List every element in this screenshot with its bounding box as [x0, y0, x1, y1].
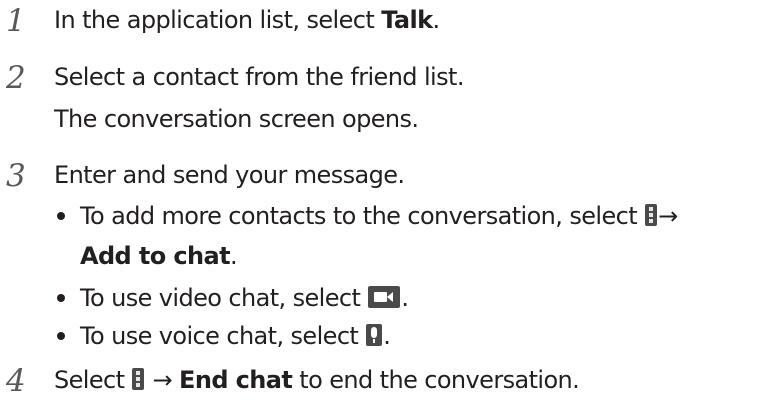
video-chat-icon — [368, 286, 401, 308]
bullet-add-contacts: To add more contacts to the conversation… — [80, 202, 678, 230]
instructions-page: 1 In the application list, select Talk. … — [0, 0, 779, 409]
bullet-dot — [57, 294, 65, 302]
step-1-text: In the application list, select Talk. — [54, 6, 440, 34]
step-number: 3 — [6, 158, 26, 194]
talk-app-name: Talk — [381, 6, 433, 34]
step-3-text: Enter and send your message. — [54, 161, 405, 189]
step-2-note: The conversation screen opens. — [54, 105, 419, 133]
end-chat-option: End chat — [179, 366, 293, 394]
bullet-add-contacts-cont: Add to chat. — [80, 242, 238, 270]
microphone-icon — [366, 324, 383, 346]
bullet-dot — [57, 332, 65, 340]
menu-icon — [645, 204, 658, 226]
step-number: 1 — [6, 3, 26, 39]
add-to-chat-option: Add to chat — [80, 242, 231, 270]
step-2-text: Select a contact from the friend list. — [54, 63, 464, 91]
bullet-dot — [57, 212, 65, 220]
step-number: 4 — [6, 363, 26, 399]
step-4-text: Select → End chat to end the conversatio… — [54, 366, 580, 394]
bullet-video-chat: To use video chat, select . — [80, 284, 409, 312]
bullet-voice-chat: To use voice chat, select . — [80, 322, 391, 350]
step-number: 2 — [6, 60, 26, 96]
menu-icon — [132, 368, 145, 390]
